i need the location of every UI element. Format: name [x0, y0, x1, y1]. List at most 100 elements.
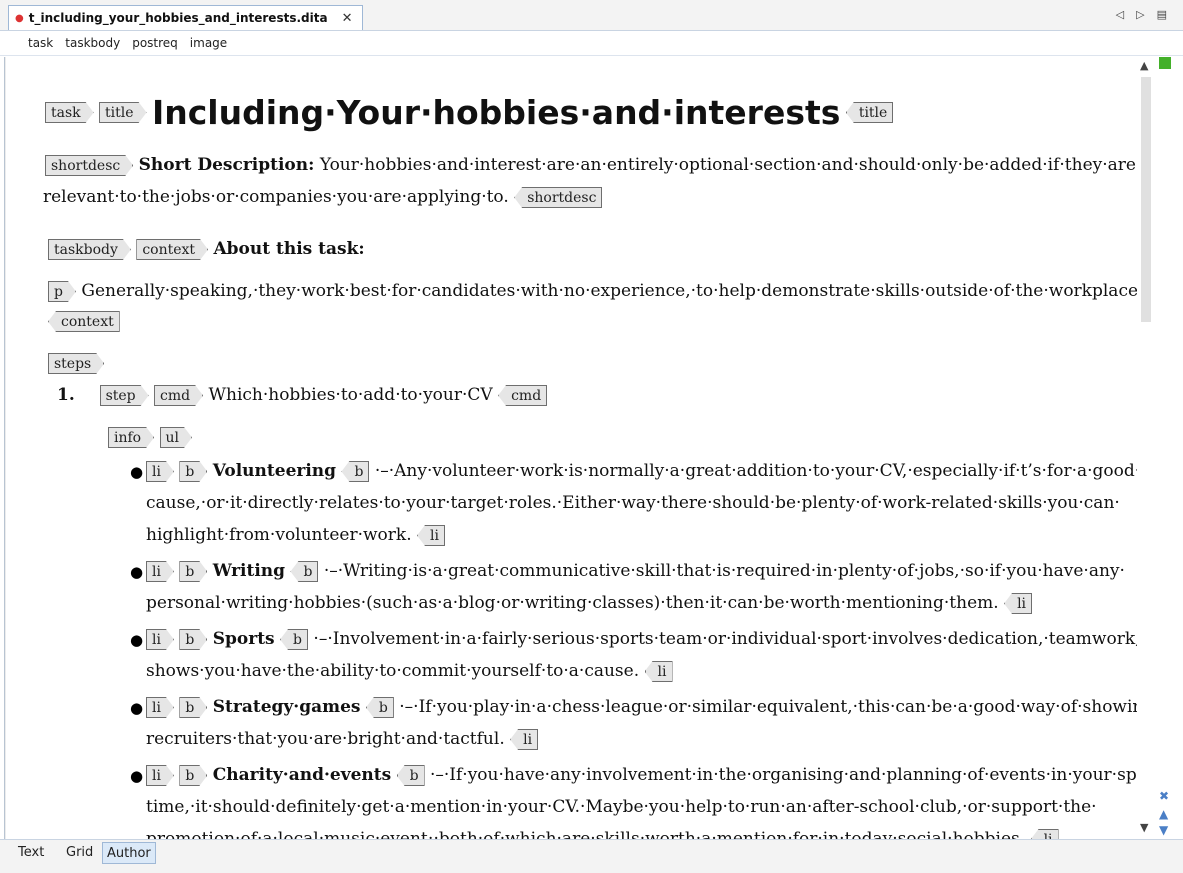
- breadcrumb-item-taskbody[interactable]: taskbody: [65, 36, 120, 50]
- li-open-tag[interactable]: li: [146, 561, 174, 582]
- item-text[interactable]: ·–·Writing·is·a·great·communicative·skil…: [324, 561, 1125, 581]
- list-item-continuation: shows·you·have·the·ability·to·commit·you…: [146, 661, 673, 682]
- task-open-tag[interactable]: task: [45, 102, 94, 123]
- breadcrumb-item-task[interactable]: task: [28, 36, 53, 50]
- b-close-tag[interactable]: b: [396, 765, 425, 786]
- breadcrumb: task taskbody postreq image: [0, 31, 1183, 56]
- li-open-tag[interactable]: li: [146, 697, 174, 718]
- item-text[interactable]: ·–·If·you·have·any·involvement·in·the·or…: [430, 765, 1157, 785]
- item-bold-text[interactable]: Charity·and·events: [213, 765, 391, 785]
- item-text[interactable]: shows·you·have·the·ability·to·commit·you…: [146, 661, 639, 681]
- list-item: li b Charity·and·events b ·–·If·you·have…: [146, 765, 1157, 786]
- p-open-tag[interactable]: p: [48, 281, 76, 302]
- info-open-tag[interactable]: info: [108, 427, 154, 448]
- item-bold-text[interactable]: Strategy·games: [213, 697, 361, 717]
- list-item: li b Sports b ·–·Involvement·in·a·fairly…: [146, 629, 1157, 650]
- item-bold-text[interactable]: Writing: [213, 561, 285, 581]
- editor-tab-bar: ● t_including_your_hobbies_and_interests…: [0, 0, 1183, 31]
- tab-author[interactable]: Author: [102, 842, 156, 864]
- item-text[interactable]: ·–·If·you·play·in·a·chess·league·or·simi…: [399, 697, 1157, 717]
- item-text[interactable]: ·–·Any·volunteer·work·is·normally·a·grea…: [375, 461, 1140, 481]
- tab-list-icon[interactable]: ▤: [1157, 8, 1167, 21]
- context-paragraph[interactable]: Generally·speaking,·they·work·best·for·c…: [81, 281, 1143, 301]
- tab-navigation: ◁ ▷ ▤: [1116, 8, 1167, 21]
- list-item-continuation: time,·it·should·definitely·get·a·mention…: [146, 797, 1097, 817]
- b-open-tag[interactable]: b: [179, 697, 207, 718]
- scrollbar-thumb[interactable]: [1141, 77, 1151, 322]
- cmd-close-tag[interactable]: cmd: [498, 385, 548, 406]
- bullet-icon: ●: [130, 699, 144, 717]
- title-close-tag[interactable]: title: [845, 102, 894, 123]
- close-tab-icon[interactable]: ✕: [342, 11, 353, 26]
- step-cmd-text[interactable]: Which·hobbies·to·add·to·your·CV: [209, 385, 493, 405]
- li-open-tag[interactable]: li: [146, 629, 174, 650]
- list-item-continuation: highlight·from·volunteer·work. li: [146, 525, 445, 546]
- page-title[interactable]: Including·Your·hobbies·and·interests: [152, 93, 840, 132]
- scroll-up-icon[interactable]: ▲: [1140, 59, 1148, 72]
- vertical-scrollbar[interactable]: ▲ ▼: [1137, 57, 1157, 839]
- b-open-tag[interactable]: b: [179, 765, 207, 786]
- li-close-tag[interactable]: li: [1004, 593, 1033, 614]
- scroll-down-icon[interactable]: ▼: [1140, 821, 1148, 834]
- item-text[interactable]: recruiters·that·you·are·bright·and·tactf…: [146, 729, 505, 749]
- close-icon[interactable]: ✖: [1159, 789, 1169, 803]
- b-open-tag[interactable]: b: [179, 461, 207, 482]
- next-marker-icon[interactable]: ▼: [1159, 823, 1168, 837]
- author-editor[interactable]: task title Including·Your·hobbies·and·in…: [4, 57, 1157, 839]
- li-close-tag[interactable]: li: [644, 661, 673, 682]
- li-open-tag[interactable]: li: [146, 461, 174, 482]
- list-item-continuation: promotion·of·a·local·music·event;·both·o…: [146, 829, 1059, 839]
- file-tab[interactable]: ● t_including_your_hobbies_and_interests…: [8, 5, 364, 30]
- context-paragraph-line: p Generally·speaking,·they·work·best·for…: [48, 281, 1157, 302]
- list-item: li b Volunteering b ·–·Any·volunteer·wor…: [146, 461, 1140, 482]
- b-close-tag[interactable]: b: [341, 461, 370, 482]
- context-close-tag[interactable]: context: [48, 311, 120, 332]
- bullet-icon: ●: [130, 631, 144, 649]
- taskbody-open-tag[interactable]: taskbody: [48, 239, 131, 260]
- step-number: 1.: [57, 385, 75, 405]
- overview-ruler: ✖ ▲ ▼: [1157, 57, 1183, 839]
- b-close-tag[interactable]: b: [280, 629, 309, 650]
- shortdesc-open-tag[interactable]: shortdesc: [45, 155, 133, 176]
- breadcrumb-item-postreq[interactable]: postreq: [132, 36, 178, 50]
- list-item: li b Writing b ·–·Writing·is·a·great·com…: [146, 561, 1125, 582]
- tab-text[interactable]: Text: [14, 842, 48, 862]
- context-close-line: context: [48, 311, 120, 332]
- previous-marker-icon[interactable]: ▲: [1159, 807, 1168, 821]
- breadcrumb-item-image[interactable]: image: [190, 36, 227, 50]
- context-label: About this task:: [213, 239, 365, 259]
- shortdesc-text-2[interactable]: relevant·to·the·jobs·or·companies·you·ar…: [43, 187, 509, 207]
- step-open-tag[interactable]: step: [100, 385, 149, 406]
- item-text[interactable]: highlight·from·volunteer·work.: [146, 525, 412, 545]
- item-text[interactable]: personal·writing·hobbies·(such·as·a·blog…: [146, 593, 999, 613]
- cmd-open-tag[interactable]: cmd: [154, 385, 203, 406]
- b-close-tag[interactable]: b: [365, 697, 394, 718]
- bullet-icon: ●: [130, 563, 144, 581]
- item-text[interactable]: cause,·or·it·directly·relates·to·your·ta…: [146, 493, 1120, 513]
- step-1-line: 1. step cmd Which·hobbies·to·add·to·your…: [57, 385, 548, 406]
- li-close-tag[interactable]: li: [1030, 829, 1059, 839]
- li-close-tag[interactable]: li: [417, 525, 445, 546]
- tab-grid[interactable]: Grid: [62, 842, 97, 862]
- shortdesc-text-1[interactable]: Your·hobbies·and·interest·are·an·entirel…: [320, 155, 1157, 175]
- item-text[interactable]: ·–·Involvement·in·a·fairly·serious·sport…: [313, 629, 1157, 649]
- list-item: li b Strategy·games b ·–·If·you·play·in·…: [146, 697, 1157, 718]
- li-open-tag[interactable]: li: [146, 765, 174, 786]
- b-open-tag[interactable]: b: [179, 629, 207, 650]
- item-text[interactable]: promotion·of·a·local·music·event;·both·o…: [146, 829, 1025, 839]
- b-close-tag[interactable]: b: [290, 561, 319, 582]
- title-open-tag[interactable]: title: [99, 102, 147, 123]
- item-bold-text[interactable]: Sports: [213, 629, 275, 649]
- shortdesc-close-tag[interactable]: shortdesc: [514, 187, 603, 208]
- list-item-continuation: personal·writing·hobbies·(such·as·a·blog…: [146, 593, 1033, 614]
- item-bold-text[interactable]: Volunteering: [213, 461, 336, 481]
- b-open-tag[interactable]: b: [179, 561, 207, 582]
- context-open-tag[interactable]: context: [136, 239, 208, 260]
- previous-tab-icon[interactable]: ◁: [1116, 8, 1124, 21]
- li-close-tag[interactable]: li: [510, 729, 539, 750]
- item-text[interactable]: time,·it·should·definitely·get·a·mention…: [146, 797, 1097, 817]
- ul-open-tag[interactable]: ul: [160, 427, 193, 448]
- document-content[interactable]: task title Including·Your·hobbies·and·in…: [5, 57, 1157, 839]
- next-tab-icon[interactable]: ▷: [1136, 8, 1144, 21]
- steps-open-tag[interactable]: steps: [48, 353, 104, 374]
